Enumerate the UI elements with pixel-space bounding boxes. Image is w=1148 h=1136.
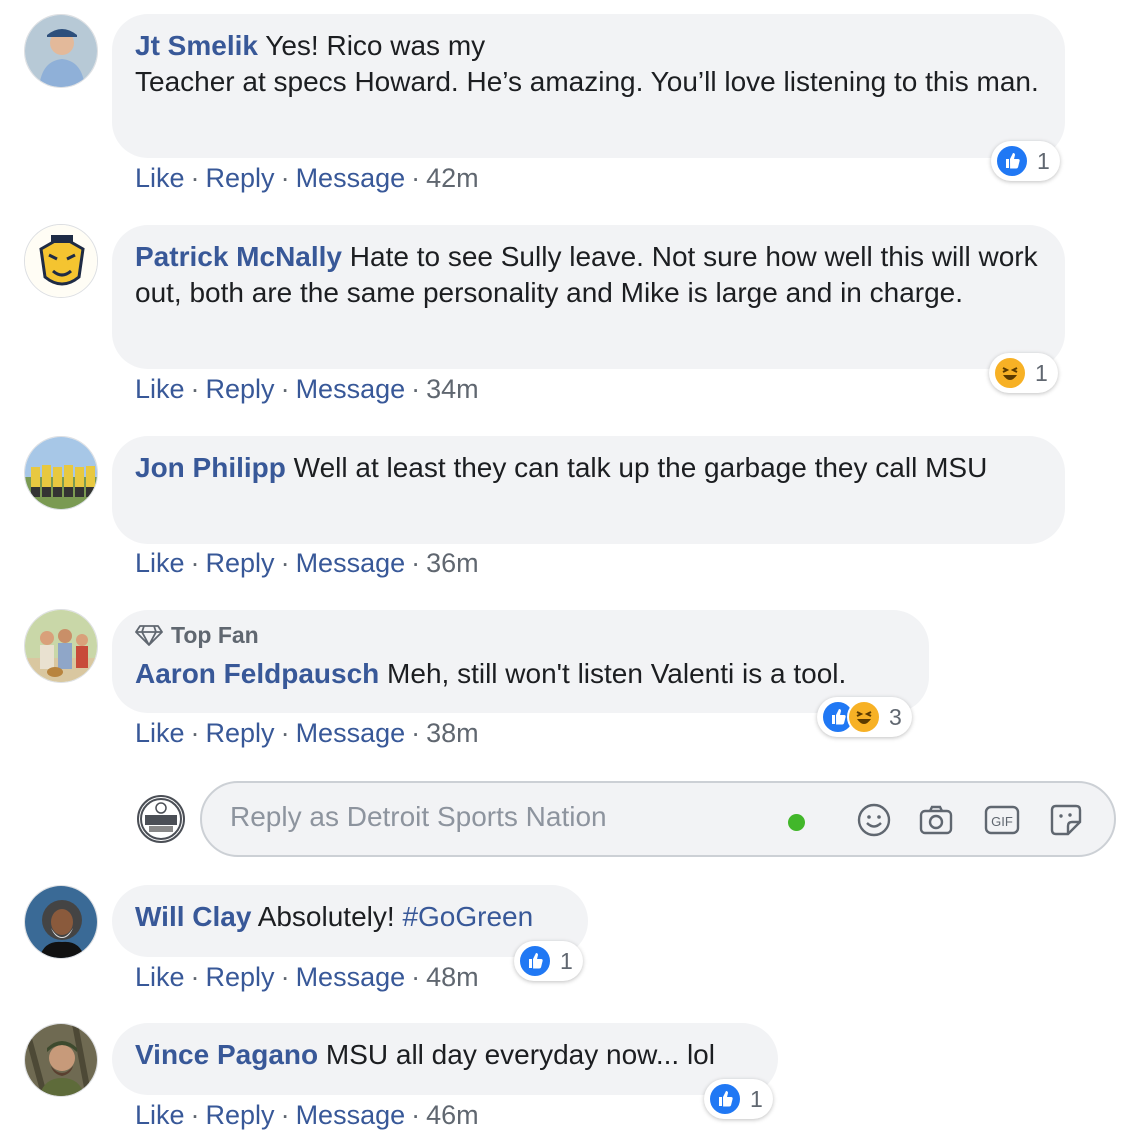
top-fan-badge: Top Fan	[135, 620, 905, 650]
like-button[interactable]: Like	[135, 548, 185, 578]
page-avatar	[137, 795, 185, 843]
comment-text: MSU all day everyday now... lol	[325, 1039, 715, 1070]
reply-button[interactable]: Reply	[206, 548, 275, 578]
comment-timestamp[interactable]: 38m	[426, 718, 479, 748]
avatar[interactable]	[24, 1023, 98, 1097]
separator: ·	[411, 163, 421, 193]
camera-icon[interactable]	[918, 802, 954, 838]
separator: ·	[411, 962, 421, 992]
like-icon	[518, 944, 552, 978]
reply-input[interactable]	[230, 801, 750, 833]
like-button[interactable]: Like	[135, 163, 185, 193]
separator: ·	[190, 548, 200, 578]
message-button[interactable]: Message	[296, 1100, 406, 1130]
comment-text: Meh, still won't listen Valenti is a too…	[387, 658, 847, 689]
separator: ·	[280, 548, 290, 578]
reaction-count: 3	[889, 703, 902, 730]
comment-timestamp[interactable]: 48m	[426, 962, 479, 992]
comment-timestamp[interactable]: 46m	[426, 1100, 479, 1130]
separator: ·	[280, 163, 290, 193]
separator: ·	[190, 718, 200, 748]
diamond-icon	[135, 625, 163, 646]
reaction-summary[interactable]: 1	[989, 353, 1058, 393]
separator: ·	[190, 374, 200, 404]
like-button[interactable]: Like	[135, 962, 185, 992]
separator: ·	[280, 374, 290, 404]
comment-actions: Like · Reply · Message · 42m	[135, 161, 479, 195]
message-button[interactable]: Message	[296, 962, 406, 992]
comment-bubble: Patrick McNally Hate to see Sully leave.…	[112, 225, 1065, 369]
avatar[interactable]	[24, 436, 98, 510]
comment-author[interactable]: Patrick McNally	[135, 241, 342, 272]
comment-timestamp[interactable]: 42m	[426, 163, 479, 193]
comment-actions: Like · Reply · Message · 48m	[135, 960, 479, 994]
message-button[interactable]: Message	[296, 163, 406, 193]
like-button[interactable]: Like	[135, 374, 185, 404]
like-icon	[995, 144, 1029, 178]
comment-bubble: Jon Philipp Well at least they can talk …	[112, 436, 1065, 544]
svg-text:GIF: GIF	[991, 814, 1013, 829]
reaction-count: 1	[560, 947, 573, 974]
like-button[interactable]: Like	[135, 1100, 185, 1130]
comment-author[interactable]: Vince Pagano	[135, 1039, 318, 1070]
comment-text: Absolutely!	[257, 901, 395, 932]
avatar[interactable]	[24, 609, 98, 683]
message-button[interactable]: Message	[296, 548, 406, 578]
like-button[interactable]: Like	[135, 718, 185, 748]
separator: ·	[411, 1100, 421, 1130]
reply-button[interactable]: Reply	[206, 1100, 275, 1130]
comment-actions: Like · Reply · Message · 38m	[135, 716, 479, 750]
separator: ·	[280, 1100, 290, 1130]
top-fan-label: Top Fan	[171, 622, 259, 648]
reply-button[interactable]: Reply	[206, 962, 275, 992]
separator: ·	[411, 718, 421, 748]
separator: ·	[280, 718, 290, 748]
message-button[interactable]: Message	[296, 374, 406, 404]
avatar[interactable]	[24, 14, 98, 88]
reply-box[interactable]: GIF	[200, 781, 1116, 857]
reaction-summary[interactable]: 1	[991, 141, 1060, 181]
reply-button[interactable]: Reply	[206, 718, 275, 748]
comment-bubble: Vince Pagano MSU all day everyday now...…	[112, 1023, 778, 1095]
comment-text: Yes! Rico was my Teacher at specs Howard…	[135, 30, 1039, 97]
comment-text: Well at least they can talk up the garba…	[293, 452, 988, 483]
hashtag-link[interactable]: #GoGreen	[402, 901, 533, 932]
comment-actions: Like · Reply · Message · 46m	[135, 1098, 479, 1132]
separator: ·	[411, 374, 421, 404]
haha-icon	[847, 700, 881, 734]
like-icon	[708, 1082, 742, 1116]
avatar[interactable]	[24, 224, 98, 298]
reaction-summary[interactable]: 1	[704, 1079, 773, 1119]
reaction-summary[interactable]: 3	[817, 697, 912, 737]
reaction-summary[interactable]: 1	[514, 941, 583, 981]
separator: ·	[190, 1100, 200, 1130]
separator: ·	[280, 962, 290, 992]
reaction-count: 1	[1035, 359, 1048, 386]
comment-author[interactable]: Will Clay	[135, 901, 251, 932]
active-status-dot	[788, 814, 805, 831]
comment-bubble: Jt Smelik Yes! Rico was my Teacher at sp…	[112, 14, 1065, 158]
message-button[interactable]: Message	[296, 718, 406, 748]
comment-bubble: Top Fan Aaron Feldpausch Meh, still won'…	[112, 610, 929, 713]
reply-button[interactable]: Reply	[206, 374, 275, 404]
comment-timestamp[interactable]: 36m	[426, 548, 479, 578]
reaction-count: 1	[750, 1085, 763, 1112]
reply-button[interactable]: Reply	[206, 163, 275, 193]
sticker-icon[interactable]	[1048, 802, 1084, 838]
emoji-icon[interactable]	[856, 802, 892, 838]
comment-author[interactable]: Aaron Feldpausch	[135, 658, 379, 689]
comment-author[interactable]: Jt Smelik	[135, 30, 258, 61]
comment-actions: Like · Reply · Message · 36m	[135, 546, 479, 580]
separator: ·	[190, 962, 200, 992]
separator: ·	[190, 163, 200, 193]
separator: ·	[411, 548, 421, 578]
comment-timestamp[interactable]: 34m	[426, 374, 479, 404]
reaction-count: 1	[1037, 147, 1050, 174]
haha-icon	[993, 356, 1027, 390]
avatar[interactable]	[24, 885, 98, 959]
gif-icon[interactable]: GIF	[984, 802, 1020, 838]
comment-bubble: Will Clay Absolutely! #GoGreen	[112, 885, 588, 957]
comment-actions: Like · Reply · Message · 34m	[135, 372, 479, 406]
comment-author[interactable]: Jon Philipp	[135, 452, 286, 483]
